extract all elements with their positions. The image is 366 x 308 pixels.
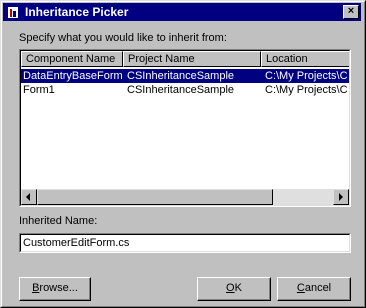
list-row-dataentrybaseform[interactable]: DataEntryBaseForm CSInheritanceSample C:… [21,69,349,83]
cell-project-name: CSInheritanceSample [127,70,235,82]
cell-location: C:\My Projects\C [265,70,348,82]
inherited-name-field[interactable]: CustomerEditForm.cs [19,233,351,253]
column-header-project-name[interactable]: Project Name [123,51,261,67]
title-bar[interactable]: Inheritance Picker × [3,3,361,21]
horizontal-scrollbar[interactable] [21,189,349,205]
list-header: Component Name Project Name Location [21,51,349,67]
column-header-component-name[interactable]: Component Name [21,51,123,67]
instruction-label: Specify what you would like to inherit f… [19,32,227,44]
inherited-name-label: Inherited Name: [19,215,98,227]
ok-button[interactable]: OK [197,277,271,301]
window-title: Inheritance Picker [25,5,129,19]
scroll-thumb[interactable] [37,189,273,205]
cancel-button[interactable]: Cancel [277,277,351,301]
cell-location: C:\My Projects\C [265,84,348,96]
cancel-mnemonic: C [296,282,305,294]
close-icon: × [347,5,355,17]
column-header-location[interactable]: Location [261,51,349,67]
scroll-left-button[interactable] [21,189,37,205]
cell-component-name: Form1 [23,84,55,96]
inherited-name-value[interactable]: CustomerEditForm.cs [20,234,350,252]
cell-component-name: DataEntryBaseForm [23,70,123,82]
scroll-right-button[interactable] [333,189,349,205]
ok-mnemonic: O [226,282,235,294]
app-icon [5,4,21,20]
inheritance-picker-dialog: Inheritance Picker × Specify what you wo… [0,0,366,308]
list-row-form1[interactable]: Form1 CSInheritanceSample C:\My Projects… [21,83,349,97]
cell-project-name: CSInheritanceSample [127,84,235,96]
cancel-label: ancel [304,282,332,294]
browse-label: rowse... [39,282,78,294]
scroll-left-arrow-icon [26,193,30,201]
browse-button[interactable]: Browse... [19,277,91,301]
scroll-right-arrow-icon [339,193,343,201]
ok-label: K [234,282,242,294]
component-list[interactable]: Component Name Project Name Location Dat… [19,49,351,207]
close-button[interactable]: × [343,5,359,19]
